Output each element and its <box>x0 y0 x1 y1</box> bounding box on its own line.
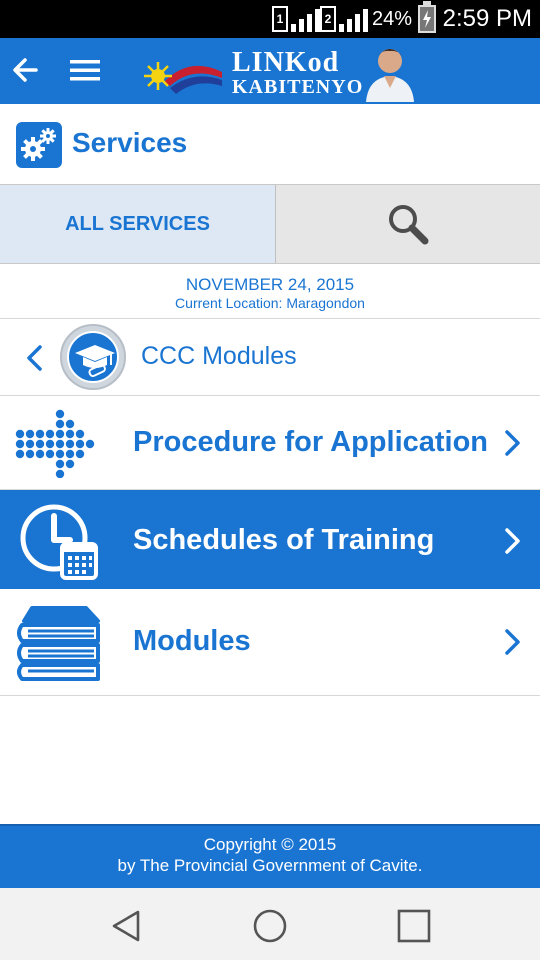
module-back-button[interactable] <box>20 339 50 377</box>
menu-button[interactable] <box>62 50 106 90</box>
footer: Copyright © 2015 by The Provincial Gover… <box>0 824 540 888</box>
system-navigation-bar <box>0 888 540 960</box>
graduation-cap-icon <box>60 324 126 390</box>
sun-flag-logo-icon <box>144 62 222 94</box>
search-tab[interactable] <box>276 185 540 263</box>
nav-back-icon[interactable] <box>108 908 144 944</box>
arrow-left-icon <box>13 58 38 82</box>
clock-calendar-icon <box>20 504 98 580</box>
app-logo: LINKod KABITENYO <box>142 42 422 102</box>
copyright-text: Copyright © 2015 <box>203 835 337 854</box>
list-item-label: Procedure for Application <box>133 426 489 458</box>
status-bar: 1 2 24% 2:59 PM <box>0 0 540 38</box>
signal-bars-icon <box>291 6 320 32</box>
dotted-arrow-icon <box>15 409 95 478</box>
chevron-right-icon <box>505 430 520 456</box>
module-header: CCC Modules <box>0 319 540 396</box>
chevron-right-icon <box>505 528 520 554</box>
governor-portrait-icon <box>366 49 414 102</box>
copyright-owner: by The Provincial Government of Cavite. <box>117 856 423 875</box>
current-date: NOVEMBER 24, 2015 <box>185 275 355 294</box>
logo-title-line2: KABITENYO <box>232 76 364 98</box>
hamburger-icon <box>70 60 100 81</box>
books-stack-icon <box>17 606 100 681</box>
list-item-modules[interactable]: Modules <box>0 589 540 696</box>
clock: 2:59 PM <box>442 5 532 32</box>
tab-all-services[interactable]: ALL SERVICES <box>0 185 276 263</box>
nav-recents-icon[interactable] <box>396 908 432 944</box>
list-item-schedules-of-training[interactable]: Schedules of Training <box>0 490 540 589</box>
back-button[interactable] <box>6 50 46 90</box>
battery-charging-icon <box>418 1 436 33</box>
gears-icon <box>16 122 62 168</box>
list-item-label: Schedules of Training <box>133 524 435 556</box>
signal-bars-icon <box>339 6 368 32</box>
date-location-info: NOVEMBER 24, 2015 Current Location: Mara… <box>0 264 540 319</box>
sim2-indicator: 2 <box>320 6 336 32</box>
logo-title-line1: LINKod <box>232 47 340 78</box>
search-icon <box>389 205 429 245</box>
services-tabs: ALL SERVICES <box>0 184 540 264</box>
page-title: Services <box>72 127 188 158</box>
chevron-left-icon <box>27 345 42 371</box>
chevron-right-icon <box>505 629 520 655</box>
current-location: Current Location: Maragondon <box>175 295 365 311</box>
list-item-label: Modules <box>133 625 251 657</box>
app-bar: LINKod KABITENYO <box>0 38 540 104</box>
services-header: Services <box>0 104 540 184</box>
sim1-indicator: 1 <box>272 6 288 32</box>
battery-percent: 24% <box>372 8 413 30</box>
module-title: CCC Modules <box>141 342 297 370</box>
nav-home-icon[interactable] <box>252 908 288 944</box>
list-item-procedure-for-application[interactable]: Procedure for Application <box>0 396 540 490</box>
